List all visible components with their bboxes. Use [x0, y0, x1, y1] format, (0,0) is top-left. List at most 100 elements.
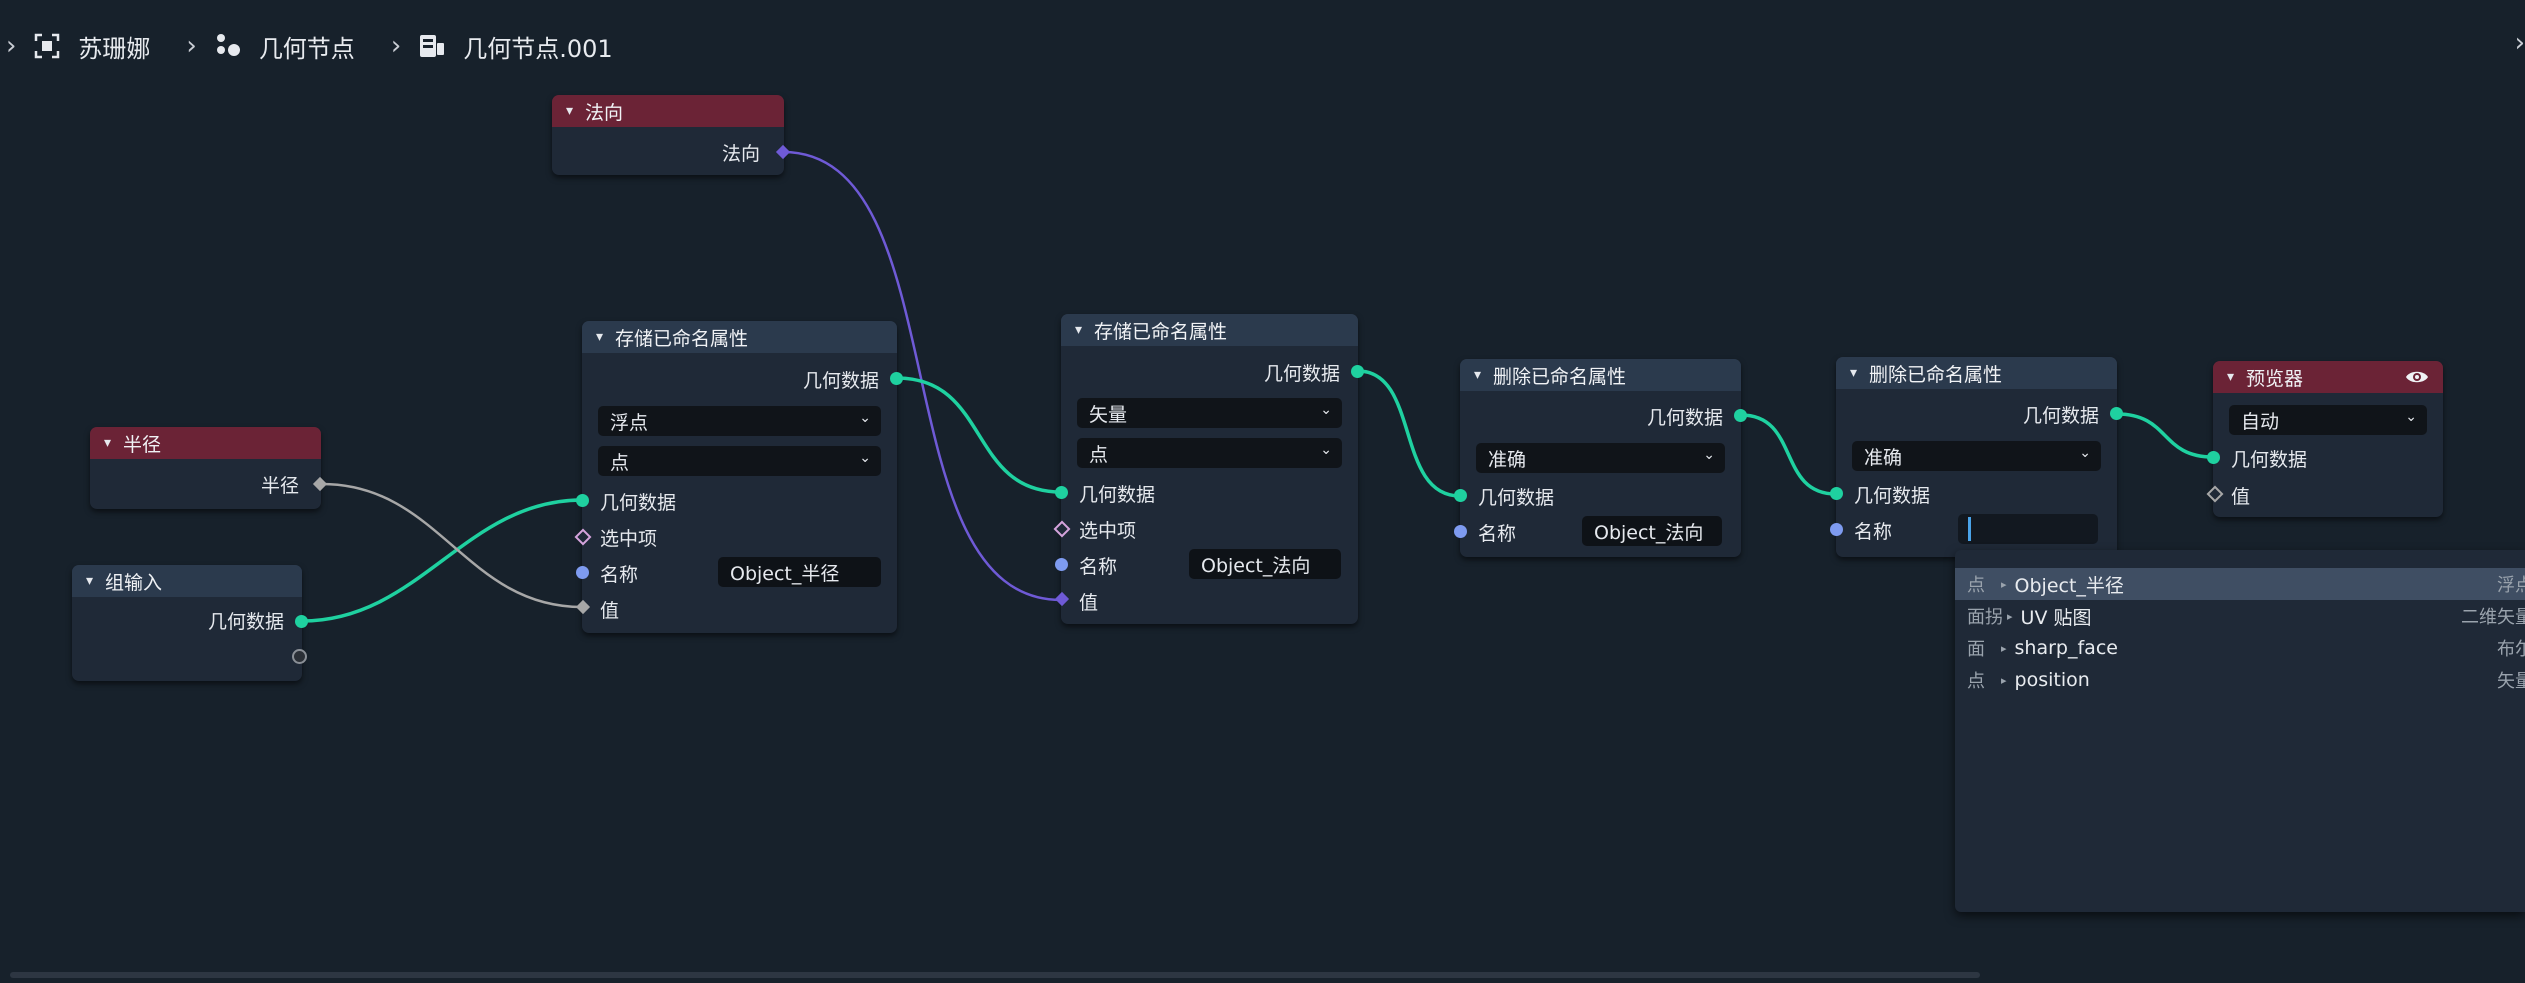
pattern-mode-select[interactable]: 准确 ⌄ — [1476, 443, 1725, 473]
domain-select[interactable]: 自动 ⌄ — [2229, 405, 2427, 435]
attribute-name: Object_半径 — [2014, 574, 2124, 597]
node-title: 删除已命名属性 — [1493, 365, 1627, 388]
collapse-arrow-icon[interactable]: ▾ — [104, 435, 111, 451]
text-caret — [1968, 517, 1971, 541]
chevron-right-icon[interactable]: › — [2515, 28, 2525, 58]
node-title: 删除已命名属性 — [1869, 363, 2003, 386]
horizontal-scrollbar[interactable] — [10, 972, 1980, 978]
attribute-type: 二维矢量 — [2461, 607, 2525, 628]
node-header[interactable]: ▾ 存储已命名属性 — [1061, 314, 1358, 346]
group-input-node[interactable]: ▾ 组输入 几何数据 — [72, 565, 308, 681]
normal-input-node[interactable]: ▾ 法向 法向 — [552, 95, 791, 175]
attribute-item[interactable]: 面 ▸ sharp_face 布尔 — [1955, 632, 2525, 664]
chevron-down-icon: ⌄ — [859, 450, 871, 466]
collapse-arrow-icon[interactable]: ▾ — [566, 103, 573, 119]
domain-select[interactable]: 点 ⌄ — [1077, 438, 1342, 468]
name-field[interactable]: Object_法向 — [1582, 516, 1722, 546]
link-radius-value — [321, 482, 583, 609]
link-store2-remove1-geometry — [1357, 369, 1461, 498]
attribute-item[interactable]: 面拐 ▸ UV 贴图 二维矢量 — [1955, 600, 2525, 632]
attribute-item[interactable]: 点 ▸ position 矢量 — [1955, 664, 2525, 696]
geometry-input-socket[interactable] — [1830, 487, 1843, 500]
collapse-arrow-icon[interactable]: ▾ — [1474, 367, 1481, 383]
node-header[interactable]: ▾ 删除已命名属性 — [1460, 359, 1741, 391]
input-label: 值 — [600, 600, 620, 622]
node-header[interactable]: ▾ 半径 — [90, 427, 321, 459]
data-type-select[interactable]: 矢量 ⌄ — [1077, 398, 1342, 428]
input-label: 选中项 — [600, 528, 658, 550]
pattern-mode-select[interactable]: 准确 ⌄ — [1852, 441, 2101, 471]
geometry-input-socket[interactable] — [1055, 486, 1068, 499]
node-title: 存储已命名属性 — [615, 327, 749, 350]
geometry-input-socket[interactable] — [576, 494, 589, 507]
node-header[interactable]: ▾ 法向 — [552, 95, 784, 127]
store-named-attribute-node-1[interactable]: ▾ 存储已命名属性 几何数据 浮点 ⌄ 点 ⌄ 几何数据 选中项 名称 Object_… — [574, 321, 903, 633]
node-title: 预览器 — [2246, 367, 2304, 390]
breadcrumb-modifier[interactable]: 几何节点 — [259, 29, 355, 64]
string-input-socket[interactable] — [1454, 525, 1467, 538]
collapse-arrow-icon[interactable]: ▾ — [86, 573, 93, 589]
empty-output-socket[interactable] — [292, 649, 307, 664]
link-remove1-remove2-geometry — [1740, 413, 1837, 496]
node-title: 法向 — [585, 101, 624, 124]
collapse-arrow-icon[interactable]: ▾ — [2227, 369, 2234, 385]
attribute-name: sharp_face — [2014, 637, 2118, 659]
attribute-search-popup[interactable]: 点 ▸ Object_半径 浮点 面拐 ▸ UV 贴图 二维矢量 面 ▸ sharp_… — [1955, 550, 2525, 912]
attribute-type: 浮点 — [2497, 575, 2525, 596]
geometry-input-socket[interactable] — [1454, 489, 1467, 502]
radius-input-node[interactable]: ▾ 半径 半径 — [90, 427, 328, 509]
arrow-right-icon: ▸ — [2007, 609, 2013, 623]
remove-named-attribute-node-2[interactable]: ▾ 删除已命名属性 几何数据 准确 ⌄ 几何数据 名称 — [1830, 357, 2123, 557]
remove-named-attribute-node-1[interactable]: ▾ 删除已命名属性 几何数据 准确 ⌄ 几何数据 名称 Object_法向 — [1454, 359, 1747, 557]
breadcrumb-object[interactable]: 苏珊娜 — [78, 29, 150, 64]
breadcrumb-node-group[interactable]: 几何节点.001 — [463, 29, 612, 64]
domain-select[interactable]: 点 ⌄ — [598, 446, 881, 476]
link-group-input-geometry — [301, 498, 583, 623]
input-label: 值 — [2231, 486, 2251, 508]
input-label: 几何数据 — [1079, 484, 1156, 506]
name-field[interactable]: Object_半径 — [718, 557, 881, 587]
data-type-select[interactable]: 浮点 ⌄ — [598, 406, 881, 436]
collapse-arrow-icon[interactable]: ▾ — [596, 329, 603, 345]
chevron-right-icon: › — [186, 31, 197, 61]
geometry-output-socket[interactable] — [890, 372, 903, 385]
string-input-socket[interactable] — [1830, 523, 1843, 536]
attribute-item[interactable]: 点 ▸ Object_半径 浮点 — [1955, 568, 2525, 600]
input-label: 名称 — [1079, 556, 1118, 578]
chevron-down-icon: ⌄ — [859, 410, 871, 426]
node-header[interactable]: ▾ 组输入 — [72, 565, 302, 597]
output-label: 法向 — [721, 143, 760, 165]
geometry-output-socket[interactable] — [295, 615, 308, 628]
geometry-input-socket[interactable] — [2207, 451, 2220, 464]
geometry-output-socket[interactable] — [1734, 409, 1747, 422]
output-label: 半径 — [260, 475, 299, 497]
chevron-right-icon: › — [6, 31, 17, 61]
name-field[interactable]: Object_法向 — [1189, 549, 1341, 579]
arrow-right-icon: ▸ — [2001, 641, 2007, 655]
link-remove2-viewer-geometry — [2116, 412, 2214, 459]
eye-icon[interactable] — [2405, 367, 2429, 392]
string-input-socket[interactable] — [576, 566, 589, 579]
geometry-output-socket[interactable] — [1351, 365, 1364, 378]
chevron-down-icon: ⌄ — [2405, 409, 2417, 425]
viewer-node[interactable]: ▾ 预览器 自动 ⌄ 几何数据 值 — [2206, 361, 2443, 517]
input-label: 选中项 — [1079, 520, 1137, 542]
chevron-down-icon: ⌄ — [1320, 402, 1332, 418]
attribute-name: position — [2014, 669, 2090, 691]
chevron-right-icon: › — [390, 31, 402, 61]
node-header[interactable]: ▾ 存储已命名属性 — [582, 321, 897, 353]
collapse-arrow-icon[interactable]: ▾ — [1075, 322, 1082, 338]
attribute-type: 布尔 — [2497, 639, 2525, 660]
geometry-output-socket[interactable] — [2110, 407, 2123, 420]
node-header[interactable]: ▾ 预览器 — [2213, 361, 2443, 393]
output-label: 几何数据 — [207, 611, 284, 633]
string-input-socket[interactable] — [1055, 558, 1068, 571]
store-named-attribute-node-2[interactable]: ▾ 存储已命名属性 几何数据 矢量 ⌄ 点 ⌄ 几何数据 选中项 名称 Object_… — [1053, 314, 1364, 624]
collapse-arrow-icon[interactable]: ▾ — [1850, 365, 1857, 381]
node-header[interactable]: ▾ 删除已命名属性 — [1836, 357, 2117, 389]
name-field-editing[interactable] — [1958, 514, 2098, 544]
node-tree-icon — [415, 29, 449, 63]
output-label: 几何数据 — [802, 370, 879, 392]
arrow-right-icon: ▸ — [2001, 673, 2007, 687]
input-label: 几何数据 — [2231, 449, 2308, 471]
